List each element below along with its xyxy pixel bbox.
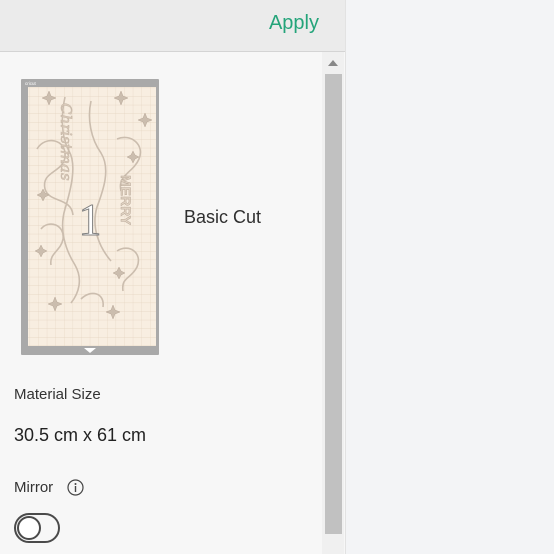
mat-number: 1 bbox=[79, 194, 102, 245]
mat-name: Basic Cut bbox=[184, 207, 262, 227]
apply-button[interactable]: Apply bbox=[269, 12, 319, 35]
mirror-label: Mirror bbox=[14, 479, 54, 496]
mirror-toggle[interactable] bbox=[14, 513, 60, 543]
mat-design-title: MERRY bbox=[118, 175, 134, 226]
scrollbar-thumb[interactable] bbox=[325, 74, 342, 534]
canvas-area bbox=[345, 0, 554, 554]
material-size-value: 30.5 cm x 61 cm bbox=[14, 425, 147, 445]
mat-brand-text: cricut bbox=[25, 81, 37, 86]
material-size-label: Material Size bbox=[14, 386, 101, 403]
panel-header: Apply bbox=[0, 0, 345, 52]
mirror-toggle-knob bbox=[17, 516, 41, 540]
scroll-up-arrow-icon[interactable] bbox=[328, 60, 338, 66]
mat-design-script: Christmas bbox=[57, 103, 75, 181]
cut-settings-panel: Apply cricut Christmas MERRY 1 Basic Cut… bbox=[0, 0, 345, 554]
info-icon[interactable] bbox=[67, 479, 84, 496]
scrollbar[interactable] bbox=[322, 52, 344, 554]
mat-preview[interactable]: cricut Christmas MERRY 1 bbox=[21, 79, 159, 355]
